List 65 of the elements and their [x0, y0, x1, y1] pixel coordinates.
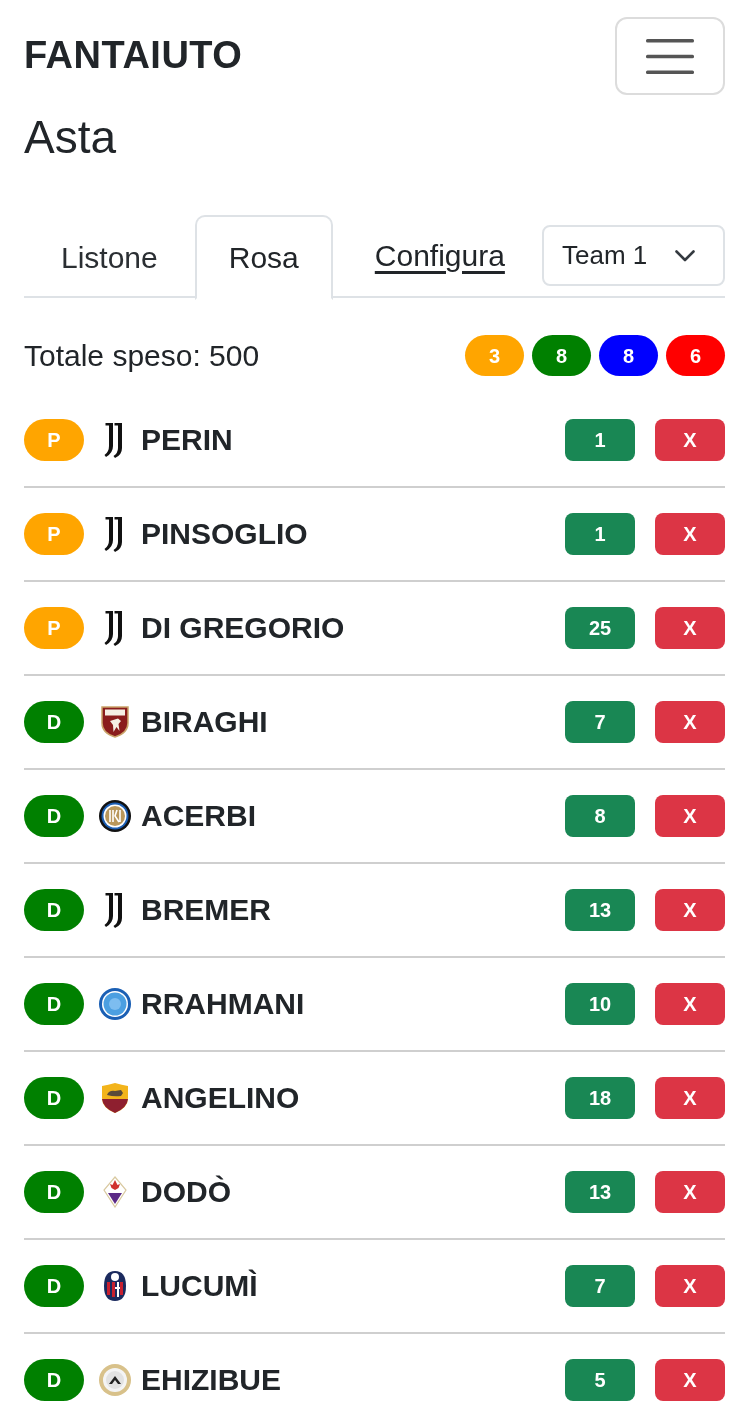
menu-button[interactable] [615, 17, 725, 95]
price-button[interactable]: 13 [565, 1171, 635, 1214]
role-badge: P [24, 513, 84, 556]
ringed-crest-icon [99, 800, 131, 833]
role-badge: D [24, 983, 84, 1026]
remove-button[interactable]: X [655, 889, 725, 932]
role-badge: D [24, 889, 84, 932]
remove-button[interactable]: X [655, 607, 725, 650]
role-badge: D [24, 1359, 84, 1402]
team-select[interactable]: Team 1 [542, 225, 725, 287]
count-badge: 6 [666, 335, 725, 377]
remove-button[interactable]: X [655, 1265, 725, 1308]
price-button[interactable]: 10 [565, 983, 635, 1026]
price-button[interactable]: 18 [565, 1077, 635, 1120]
price-button[interactable]: 7 [565, 701, 635, 744]
remove-button[interactable]: X [655, 513, 725, 556]
remove-button[interactable]: X [655, 795, 725, 838]
tab[interactable]: Listone [24, 215, 195, 301]
price-button[interactable]: 5 [565, 1359, 635, 1402]
role-badge: D [24, 701, 84, 744]
round-crest-icon [99, 988, 131, 1021]
wreath-crest-icon [99, 1364, 131, 1397]
lily-crest-icon [103, 1176, 127, 1209]
remove-button[interactable]: X [655, 1359, 725, 1402]
role-badge: D [24, 1171, 84, 1214]
price-button[interactable]: 13 [565, 889, 635, 932]
price-button[interactable]: 25 [565, 607, 635, 650]
count-badge: 3 [465, 335, 524, 377]
role-badge: D [24, 1265, 84, 1308]
player-name: DI GREGORIO [141, 610, 345, 647]
remove-button[interactable]: X [655, 419, 725, 462]
player-name: RRAHMANI [141, 986, 305, 1023]
configure-link[interactable]: Configura [374, 237, 505, 274]
count-badge: 8 [599, 335, 658, 377]
player-name: BIRAGHI [141, 704, 268, 741]
bull-shield-icon [101, 706, 129, 739]
player-name: ACERBI [141, 798, 256, 835]
role-badge: P [24, 607, 84, 650]
remove-button[interactable]: X [655, 983, 725, 1026]
player-name: ANGELINO [141, 1080, 300, 1117]
remove-button[interactable]: X [655, 1077, 725, 1120]
price-button[interactable]: 8 [565, 795, 635, 838]
total-spent: Totale speso: 500 [24, 337, 260, 374]
role-badge: D [24, 795, 84, 838]
role-badge: D [24, 1077, 84, 1120]
player-name: LUCUMÌ [141, 1268, 258, 1305]
role-badge: P [24, 419, 84, 462]
count-badge: 8 [532, 335, 591, 377]
price-button[interactable]: 7 [565, 1265, 635, 1308]
player-name: PERIN [141, 422, 233, 459]
price-button[interactable]: 1 [565, 513, 635, 556]
chevron-down-icon [675, 249, 695, 262]
brand-title[interactable]: FANTAIUTO [24, 33, 243, 79]
remove-button[interactable]: X [655, 1171, 725, 1214]
page-title: Asta [24, 110, 117, 165]
player-name: PINSOGLIO [141, 516, 308, 553]
player-name: DODÒ [141, 1174, 231, 1211]
price-button[interactable]: 1 [565, 419, 635, 462]
menu-icon [646, 38, 694, 74]
wolf-shield-icon [101, 1082, 129, 1115]
player-name: BREMER [141, 892, 271, 929]
player-name: EHIZIBUE [141, 1362, 281, 1399]
remove-button[interactable]: X [655, 701, 725, 744]
tab[interactable]: Rosa [194, 215, 333, 301]
striped-crest-icon [103, 1270, 127, 1303]
